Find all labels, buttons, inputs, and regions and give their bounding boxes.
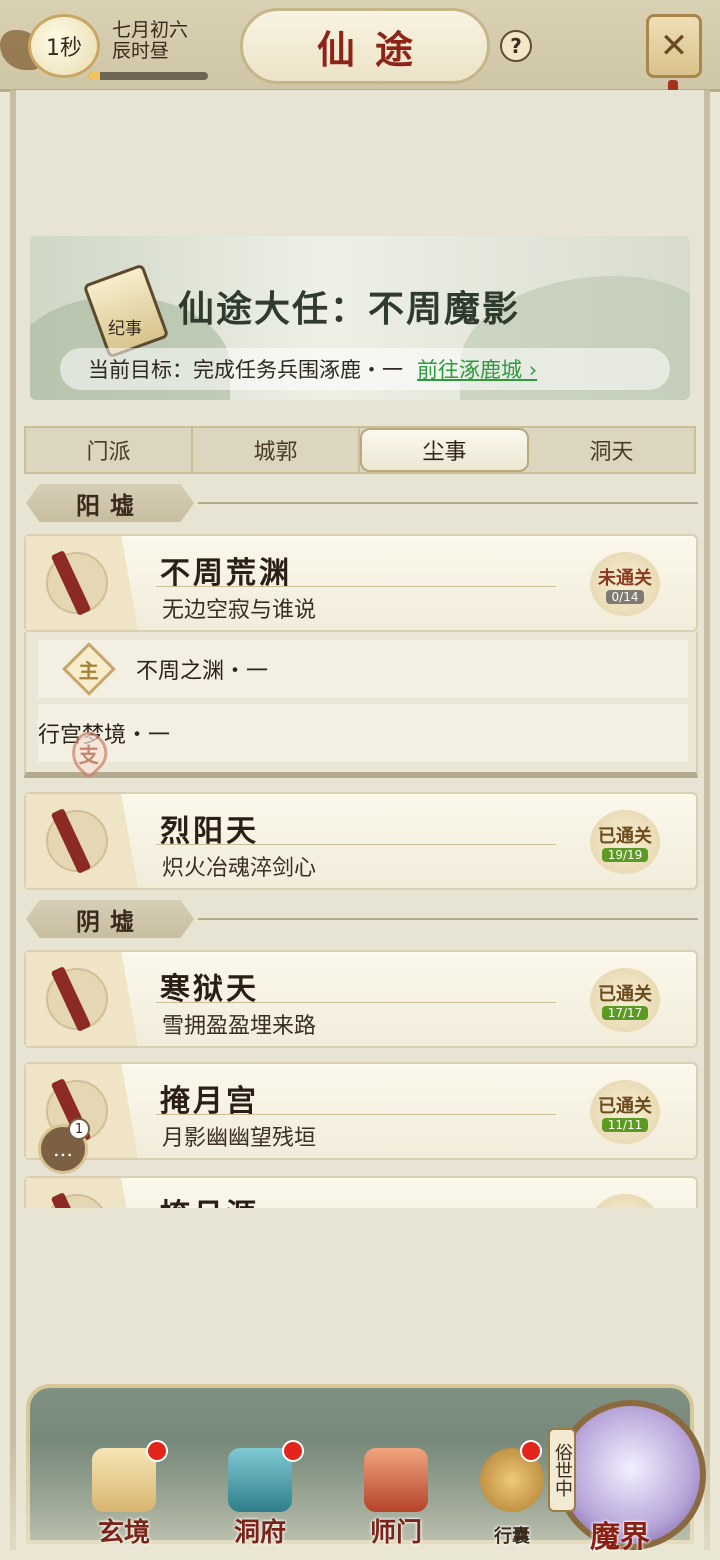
mundane-world-tag: 俗世中 <box>548 1428 576 1512</box>
top-bar: 1秒 七月初六 辰时昼 仙途 ? ✕ <box>0 0 720 100</box>
scroll-icon <box>92 1448 156 1512</box>
quest-emblem <box>26 536 138 630</box>
goto-label: 前往涿鹿城 <box>417 358 522 382</box>
timer-badge[interactable]: 1秒 <box>28 14 100 78</box>
tab-cave[interactable]: 洞天 <box>529 428 694 472</box>
time-progress-bar <box>88 72 208 80</box>
nav-label: 行囊 <box>494 1526 530 1547</box>
progress-count: 17/17 <box>601 1006 649 1020</box>
date-line: 七月初六 <box>112 19 189 41</box>
subquest-row-side[interactable]: 支 行宫梦境・一 <box>38 704 688 780</box>
goto-link[interactable]: 前往涿鹿城 › <box>417 354 537 384</box>
status-badge: 已通关 11/11 <box>590 1080 660 1144</box>
time-of-day: 辰时昼 <box>112 40 170 62</box>
banner-icon <box>364 1448 428 1512</box>
chat-bubble-icon: … <box>53 1137 73 1161</box>
section-header-yin: 阴墟 <box>26 900 698 940</box>
quest-subtitle: 雪拥盈盈埋来路 <box>162 1014 317 1039</box>
quest-emblem <box>26 794 138 888</box>
nav-bag[interactable]: 行囊 <box>462 1440 562 1550</box>
main-quest-title: 仙途大任：不周魔影 <box>178 288 521 330</box>
status-badge: 已通关 19/19 <box>590 810 660 874</box>
quest-card[interactable]: 掩月宫 月影幽幽望残垣 已通关 11/11 <box>24 1062 698 1160</box>
progress-count: 19/19 <box>601 848 649 862</box>
quest-card[interactable]: 不周荒渊 无边空寂与谁说 未通关 0/14 <box>24 534 698 632</box>
nav-label: 洞府 <box>233 1518 286 1548</box>
quest-name: 掩月涯 <box>160 1190 259 1208</box>
main-quest-icon: 主 <box>62 642 116 696</box>
subquest-panel: 主 不周之渊・一 支 行宫梦境・一 <box>24 632 698 780</box>
section-label: 阴墟 <box>26 900 194 938</box>
current-objective: 当前目标：完成任务兵围涿鹿・一 前往涿鹿城 › <box>60 348 670 390</box>
status-text: 已通关 <box>598 1096 652 1117</box>
status-badge: 未通关 0/14 <box>590 552 660 616</box>
quest-card[interactable]: 寒狱天 雪拥盈盈埋来路 已通关 17/17 <box>24 950 698 1048</box>
tab-city[interactable]: 城郭 <box>193 428 360 472</box>
quest-banner[interactable]: 纪事 仙途大任：不周魔影 当前目标：完成任务兵围涿鹿・一 前往涿鹿城 › <box>30 236 690 400</box>
quest-subtitle: 炽火冶魂淬剑心 <box>162 856 317 881</box>
notification-dot <box>146 1440 168 1462</box>
nav-label: 师门 <box>369 1518 422 1548</box>
chronicle-label: 纪事 <box>108 319 142 339</box>
progress-count: 0/14 <box>605 590 645 604</box>
quest-card[interactable]: 掩月涯 <box>24 1176 698 1208</box>
divider <box>198 918 698 920</box>
quest-emblem <box>26 1178 138 1208</box>
list-clip: 掩月涯 <box>0 1172 720 1208</box>
bottom-nav: 玄境 洞府 师门 行囊 俗世中 魔界 <box>0 1380 720 1560</box>
status-text: 未通关 <box>598 568 652 589</box>
crossed-swords-icon: ✕ <box>659 26 689 66</box>
quest-card[interactable]: 烈阳天 炽火冶魂淬剑心 已通关 19/19 <box>24 792 698 890</box>
notification-dot <box>282 1440 304 1462</box>
time-progress-fill <box>88 72 100 80</box>
nav-master[interactable]: 师门 <box>346 1440 446 1550</box>
nav-label: 玄境 <box>97 1518 150 1548</box>
lantern-icon <box>228 1448 292 1512</box>
tab-mundane[interactable]: 尘事 <box>360 428 529 472</box>
status-text: 已通关 <box>598 826 652 847</box>
section-label: 阳墟 <box>26 484 194 522</box>
notification-dot <box>520 1440 542 1462</box>
objective-text: 当前目标：完成任务兵围涿鹿・一 <box>88 358 403 382</box>
page-title: 仙途 <box>240 8 490 84</box>
category-tabs: 门派 城郭 尘事 洞天 <box>24 426 696 474</box>
quest-subtitle: 无边空寂与谁说 <box>162 598 317 623</box>
chat-unread-count: 1 <box>68 1118 90 1140</box>
subquest-text: 不周之渊・一 <box>136 659 269 684</box>
status-text: 已通关 <box>598 984 652 1005</box>
divider <box>198 502 698 504</box>
portal-label: 魔界 <box>590 1520 650 1555</box>
subquest-row-main[interactable]: 主 不周之渊・一 <box>38 640 688 698</box>
section-header-yang: 阳墟 <box>26 484 698 524</box>
game-date: 七月初六 辰时昼 <box>112 20 188 62</box>
quest-emblem <box>26 952 138 1046</box>
tab-sect[interactable]: 门派 <box>26 428 193 472</box>
chevron-right-icon: › <box>528 358 538 382</box>
progress-count: 11/11 <box>601 1118 649 1132</box>
close-button[interactable]: ✕ <box>646 14 702 78</box>
help-button[interactable]: ? <box>500 30 532 62</box>
nav-mystic[interactable]: 玄境 <box>74 1440 174 1550</box>
quest-subtitle: 月影幽幽望残垣 <box>162 1126 317 1151</box>
status-badge: 已通关 17/17 <box>590 968 660 1032</box>
nav-cave[interactable]: 洞府 <box>210 1440 310 1550</box>
status-badge <box>590 1194 660 1208</box>
